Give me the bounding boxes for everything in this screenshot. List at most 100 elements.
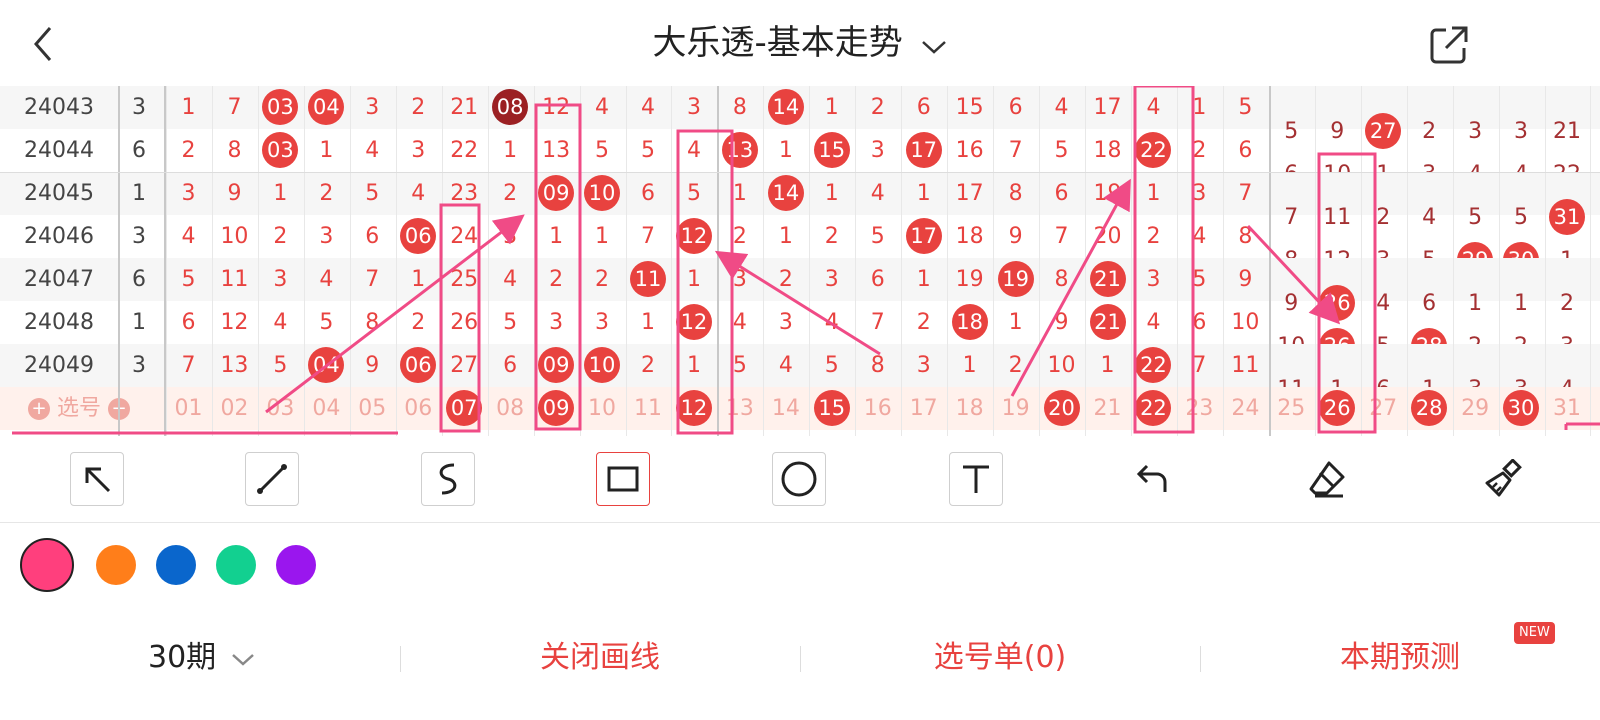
pick-number[interactable]: 17 bbox=[901, 387, 946, 430]
line-tool[interactable] bbox=[245, 452, 299, 506]
missing-count: 4 bbox=[1146, 95, 1161, 120]
color-palette bbox=[0, 522, 1600, 612]
missing-count: 9 bbox=[1054, 310, 1069, 335]
pick-number[interactable]: 20 bbox=[1039, 387, 1084, 430]
missing-count: 9 bbox=[227, 181, 242, 206]
trend-cell: 1 bbox=[671, 258, 716, 301]
page-title[interactable]: 大乐透-基本走势 bbox=[0, 20, 1600, 68]
pick-number[interactable]: 07 bbox=[442, 387, 487, 430]
pick-number[interactable]: 08 bbox=[488, 387, 533, 430]
pick-number[interactable]: 25 bbox=[1269, 387, 1314, 430]
trend-cell: 15 bbox=[947, 86, 992, 129]
curve-tool[interactable] bbox=[421, 452, 475, 506]
missing-count: 3 bbox=[916, 353, 931, 378]
picked-number-ball: 07 bbox=[446, 390, 483, 426]
missing-count: 6 bbox=[1008, 95, 1023, 120]
pick-number[interactable]: 18 bbox=[947, 387, 992, 430]
eraser-tool[interactable] bbox=[1300, 452, 1354, 506]
pick-number[interactable]: 23 bbox=[1177, 387, 1222, 430]
rectangle-tool[interactable] bbox=[596, 452, 650, 506]
period-selector[interactable]: 30期 bbox=[148, 634, 268, 682]
missing-count: 15 bbox=[955, 95, 984, 120]
pick-number[interactable]: 19 bbox=[993, 387, 1038, 430]
color-swatch[interactable] bbox=[156, 545, 196, 585]
grid-line bbox=[258, 86, 259, 436]
trend-cell: 2 bbox=[993, 344, 1038, 387]
period-number: 24046 bbox=[24, 224, 94, 249]
grid-line bbox=[212, 86, 213, 436]
missing-count: 9 bbox=[1238, 267, 1253, 292]
pick-number[interactable]: 03 bbox=[258, 387, 303, 430]
drawn-number-ball: 03 bbox=[262, 89, 299, 125]
share-button[interactable] bbox=[1428, 24, 1470, 66]
arrow-tool[interactable] bbox=[70, 452, 124, 506]
missing-count: 19 bbox=[1093, 181, 1122, 206]
pick-number[interactable]: 10 bbox=[580, 387, 625, 430]
trend-cell: 5 bbox=[1223, 86, 1268, 129]
pick-number-text: 11 bbox=[634, 396, 662, 421]
trend-cell: 2 bbox=[717, 215, 762, 258]
pick-number[interactable]: 04 bbox=[304, 387, 349, 430]
trend-cell: 13 bbox=[212, 344, 257, 387]
pick-number[interactable]: 26 bbox=[1315, 387, 1360, 430]
pick-number[interactable]: 28 bbox=[1407, 387, 1452, 430]
plus-circle-icon[interactable]: + bbox=[28, 398, 50, 420]
trend-cell: 22 bbox=[442, 129, 487, 172]
trend-cell: 9 bbox=[993, 215, 1038, 258]
missing-count: 18 bbox=[955, 224, 984, 249]
clear-tool[interactable] bbox=[1476, 452, 1530, 506]
pick-number[interactable]: 16 bbox=[855, 387, 900, 430]
trend-cell: 8 bbox=[993, 172, 1038, 215]
pick-number[interactable]: 30 bbox=[1499, 387, 1544, 430]
missing-count: 2 bbox=[319, 181, 334, 206]
trend-cell: 3 bbox=[671, 86, 716, 129]
missing-count: 6 bbox=[181, 310, 196, 335]
trend-cell: 1 bbox=[993, 301, 1038, 344]
color-swatch[interactable] bbox=[276, 545, 316, 585]
pick-number[interactable]: 06 bbox=[396, 387, 441, 430]
missing-count: 4 bbox=[732, 310, 747, 335]
undo-tool[interactable] bbox=[1125, 452, 1179, 506]
grid-line bbox=[855, 86, 856, 436]
trend-cell: 1 bbox=[671, 344, 716, 387]
pick-number[interactable]: 21 bbox=[1085, 387, 1130, 430]
color-swatch[interactable] bbox=[20, 538, 74, 592]
pick-number[interactable]: 15 bbox=[809, 387, 854, 430]
pick-number[interactable]: 13 bbox=[717, 387, 762, 430]
pick-number[interactable]: 24 bbox=[1223, 387, 1268, 430]
pick-number-text: 19 bbox=[1001, 396, 1030, 421]
title-text: 大乐透-基本走势 bbox=[652, 23, 903, 63]
circle-tool[interactable] bbox=[772, 452, 826, 506]
pick-number[interactable]: 14 bbox=[763, 387, 808, 430]
grid-line bbox=[1177, 86, 1178, 436]
color-swatch[interactable] bbox=[96, 545, 136, 585]
pick-number[interactable]: 11 bbox=[626, 387, 671, 430]
pick-number[interactable]: 02 bbox=[212, 387, 257, 430]
drawn-number-ball: 17 bbox=[905, 132, 942, 168]
pick-number[interactable]: 12 bbox=[671, 387, 716, 430]
grid-line bbox=[947, 86, 948, 436]
prediction-button[interactable]: 本期预测 bbox=[1270, 634, 1530, 682]
trend-cell: 1 bbox=[901, 172, 946, 215]
pick-list-button[interactable]: 选号单(0) bbox=[870, 634, 1130, 682]
trend-cell: 3 bbox=[304, 215, 349, 258]
pick-number[interactable]: 22 bbox=[1131, 387, 1176, 430]
trend-cell: 1 bbox=[763, 215, 808, 258]
trend-cell: 4 bbox=[350, 129, 395, 172]
trend-cell: 5 bbox=[809, 344, 854, 387]
missing-count: 3 bbox=[732, 267, 747, 292]
pick-number[interactable]: 05 bbox=[350, 387, 395, 430]
missing-count: 7 bbox=[181, 353, 196, 378]
trend-grid[interactable]: 24043 3 1 7 03 04 3 2 21 08 12 4 4 3 8 14 1 2 6 15 6 4 17 4 1 5 5 9… bbox=[0, 86, 1600, 436]
pick-number[interactable]: 31 bbox=[1545, 387, 1590, 430]
missing-count: 6 bbox=[641, 181, 655, 206]
missing-count: 2 bbox=[1008, 353, 1023, 378]
pick-number[interactable]: 09 bbox=[534, 387, 579, 430]
color-swatch[interactable] bbox=[216, 545, 256, 585]
pick-number[interactable]: 01 bbox=[166, 387, 211, 430]
text-tool[interactable] bbox=[949, 452, 1003, 506]
pick-number[interactable]: 29 bbox=[1453, 387, 1498, 430]
trend-cell: 3 bbox=[488, 215, 533, 258]
pick-number[interactable]: 27 bbox=[1361, 387, 1406, 430]
close-drawing-button[interactable]: 关闭画线 bbox=[470, 634, 730, 682]
